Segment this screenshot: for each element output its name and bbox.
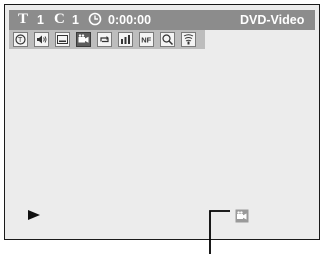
- callout-line: [209, 210, 230, 254]
